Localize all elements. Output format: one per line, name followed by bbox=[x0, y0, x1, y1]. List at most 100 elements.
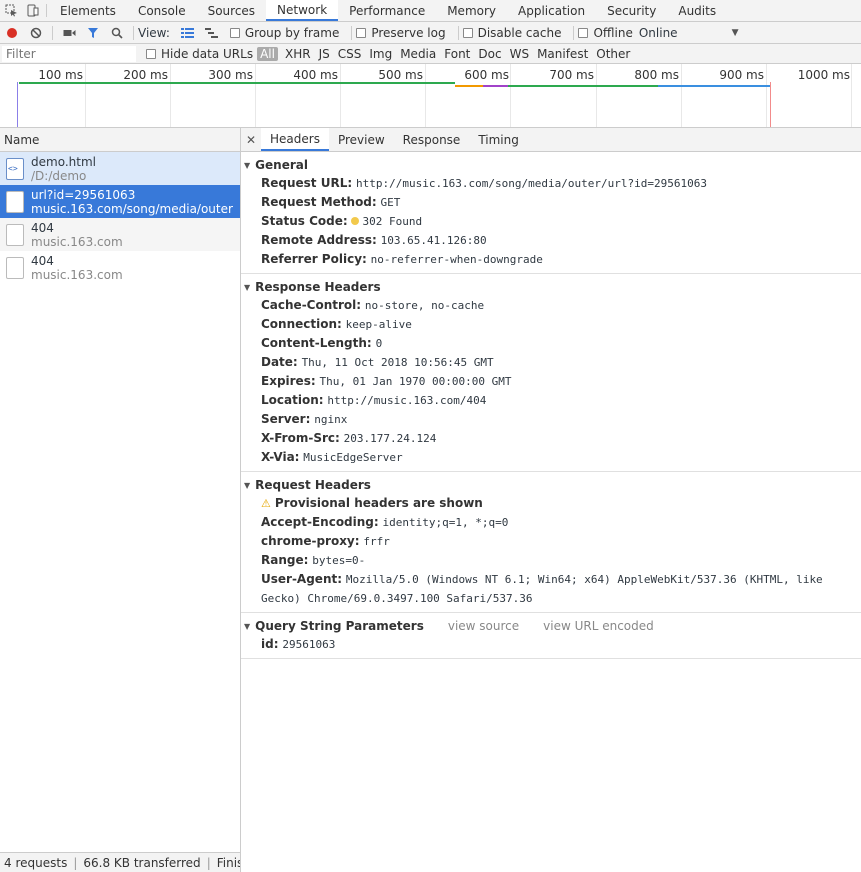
header-key: X-From-Src: bbox=[261, 431, 340, 445]
header-value: keep-alive bbox=[345, 318, 412, 331]
type-filter-img[interactable]: Img bbox=[365, 47, 396, 61]
toolbar-separator bbox=[457, 25, 459, 40]
header-value: http://music.163.com/song/media/outer/ur… bbox=[355, 177, 707, 190]
clear-button[interactable] bbox=[24, 22, 48, 44]
tab-console[interactable]: Console bbox=[127, 0, 197, 21]
status-separator: | bbox=[206, 855, 211, 870]
type-filter-js[interactable]: JS bbox=[315, 47, 334, 61]
tab-headers[interactable]: Headers bbox=[261, 128, 329, 151]
html-file-icon bbox=[6, 157, 24, 180]
tab-performance[interactable]: Performance bbox=[338, 0, 436, 21]
hide-data-urls-label: Hide data URLs bbox=[161, 46, 254, 61]
column-header-name[interactable]: Name bbox=[0, 128, 240, 152]
query-string-toggle[interactable]: ▼ Query String Parameters view source view … bbox=[244, 617, 861, 635]
list-view-icon bbox=[181, 28, 195, 38]
offline-checkbox[interactable]: Offline bbox=[578, 26, 633, 40]
large-rows-button[interactable] bbox=[176, 22, 200, 44]
request-count: 4 requests bbox=[4, 855, 68, 870]
request-row[interactable]: url?id=29561063 music.163.com/song/media… bbox=[0, 185, 240, 218]
view-source-link[interactable]: view source bbox=[448, 619, 519, 633]
overview-tick: 700 ms bbox=[549, 68, 594, 82]
disable-cache-checkbox[interactable]: Disable cache bbox=[462, 26, 561, 40]
tab-memory[interactable]: Memory bbox=[436, 0, 507, 21]
network-overview[interactable]: 100 ms 200 ms 300 ms 400 ms 500 ms 600 m… bbox=[0, 64, 861, 128]
close-icon[interactable]: ✕ bbox=[241, 128, 261, 151]
request-list: Name demo.html /D:/demo url?id=29561063 … bbox=[0, 128, 241, 852]
waterfall-icon bbox=[205, 28, 219, 38]
header-key: Request URL: bbox=[261, 176, 353, 190]
group-by-frame-label: Group by frame bbox=[244, 25, 340, 40]
response-headers-toggle[interactable]: ▼ Response Headers bbox=[244, 278, 861, 296]
type-filter-other[interactable]: Other bbox=[592, 47, 634, 61]
request-name: 404 bbox=[31, 253, 54, 268]
header-key: Remote Address: bbox=[261, 233, 377, 247]
header-value: 0 bbox=[375, 337, 383, 350]
tab-network[interactable]: Network bbox=[266, 0, 339, 21]
request-row[interactable]: demo.html /D:/demo bbox=[0, 152, 240, 185]
section-title: Response Headers bbox=[255, 280, 381, 294]
header-key: Referrer Policy: bbox=[261, 252, 367, 266]
view-url-encoded-link[interactable]: view URL encoded bbox=[543, 619, 654, 633]
throttling-select[interactable]: Online ▼ bbox=[639, 26, 739, 40]
header-value: Thu, 01 Jan 1970 00:00:00 GMT bbox=[319, 375, 512, 388]
preserve-log-checkbox[interactable]: Preserve log bbox=[356, 25, 446, 40]
toolbar-separator bbox=[573, 25, 575, 40]
triangle-down-icon: ▼ bbox=[244, 282, 251, 292]
hide-data-urls-checkbox[interactable]: Hide data URLs bbox=[146, 47, 253, 61]
header-value: nginx bbox=[314, 413, 348, 426]
type-filter-font[interactable]: Font bbox=[440, 47, 474, 61]
type-filter-manifest[interactable]: Manifest bbox=[533, 47, 592, 61]
type-filter-all[interactable]: All bbox=[257, 46, 278, 61]
request-row[interactable]: 404 music.163.com bbox=[0, 251, 240, 284]
header-value: frfr bbox=[363, 535, 390, 548]
search-icon bbox=[111, 27, 123, 39]
header-row: Referrer Policy: no-referrer-when-downgr… bbox=[244, 250, 861, 269]
tab-response[interactable]: Response bbox=[394, 128, 470, 151]
tab-security[interactable]: Security bbox=[596, 0, 667, 21]
request-info: 404 music.163.com bbox=[31, 221, 123, 249]
type-filter-ws[interactable]: WS bbox=[506, 47, 533, 61]
overview-gridline bbox=[255, 64, 256, 127]
request-headers-toggle[interactable]: ▼ Request Headers bbox=[244, 476, 861, 494]
overview-tick: 600 ms bbox=[464, 68, 509, 82]
request-row[interactable]: 404 music.163.com bbox=[0, 218, 240, 251]
overview-tick: 300 ms bbox=[208, 68, 253, 82]
overview-gridline bbox=[85, 64, 86, 127]
request-path: /D:/demo bbox=[31, 168, 87, 183]
type-filter-media[interactable]: Media bbox=[396, 47, 440, 61]
section-title: Request Headers bbox=[255, 478, 371, 492]
filter-toggle-button[interactable] bbox=[81, 22, 105, 44]
load-event-marker bbox=[770, 82, 771, 127]
type-filter-xhr[interactable]: XHR bbox=[281, 47, 315, 61]
overview-gridline bbox=[340, 64, 341, 127]
search-button[interactable] bbox=[105, 22, 129, 44]
record-button[interactable] bbox=[0, 22, 24, 44]
provisional-warning: ⚠ Provisional headers are shown bbox=[244, 494, 861, 513]
tab-elements[interactable]: Elements bbox=[49, 0, 127, 21]
preserve-log-label: Preserve log bbox=[371, 25, 446, 40]
overview-bar-request bbox=[658, 85, 770, 87]
type-filter-css[interactable]: CSS bbox=[334, 47, 366, 61]
header-row: Remote Address: 103.65.41.126:80 bbox=[244, 231, 861, 250]
tab-application[interactable]: Application bbox=[507, 0, 596, 21]
tab-audits[interactable]: Audits bbox=[667, 0, 727, 21]
type-filter-doc[interactable]: Doc bbox=[474, 47, 505, 61]
overview-bar-request bbox=[19, 82, 455, 84]
tab-sources[interactable]: Sources bbox=[197, 0, 266, 21]
tabbar-separator bbox=[46, 4, 47, 17]
dom-content-loaded-marker bbox=[17, 82, 18, 127]
tab-preview[interactable]: Preview bbox=[329, 128, 394, 151]
header-value: no-referrer-when-downgrade bbox=[370, 253, 543, 266]
waterfall-view-button[interactable] bbox=[200, 22, 224, 44]
request-info: 404 music.163.com bbox=[31, 254, 123, 282]
device-toolbar-icon[interactable] bbox=[22, 0, 44, 21]
tab-timing[interactable]: Timing bbox=[469, 128, 528, 151]
filter-input[interactable] bbox=[2, 45, 136, 62]
overview-tick: 200 ms bbox=[123, 68, 168, 82]
capture-screenshots-button[interactable] bbox=[57, 22, 81, 44]
group-by-frame-checkbox[interactable]: Group by frame bbox=[229, 25, 340, 40]
network-toolbar: View: Group by frame Preserve log Disabl… bbox=[0, 22, 861, 44]
inspect-element-icon[interactable] bbox=[0, 0, 22, 21]
general-section-toggle[interactable]: ▼ General bbox=[244, 156, 861, 174]
header-key: Range: bbox=[261, 553, 309, 567]
